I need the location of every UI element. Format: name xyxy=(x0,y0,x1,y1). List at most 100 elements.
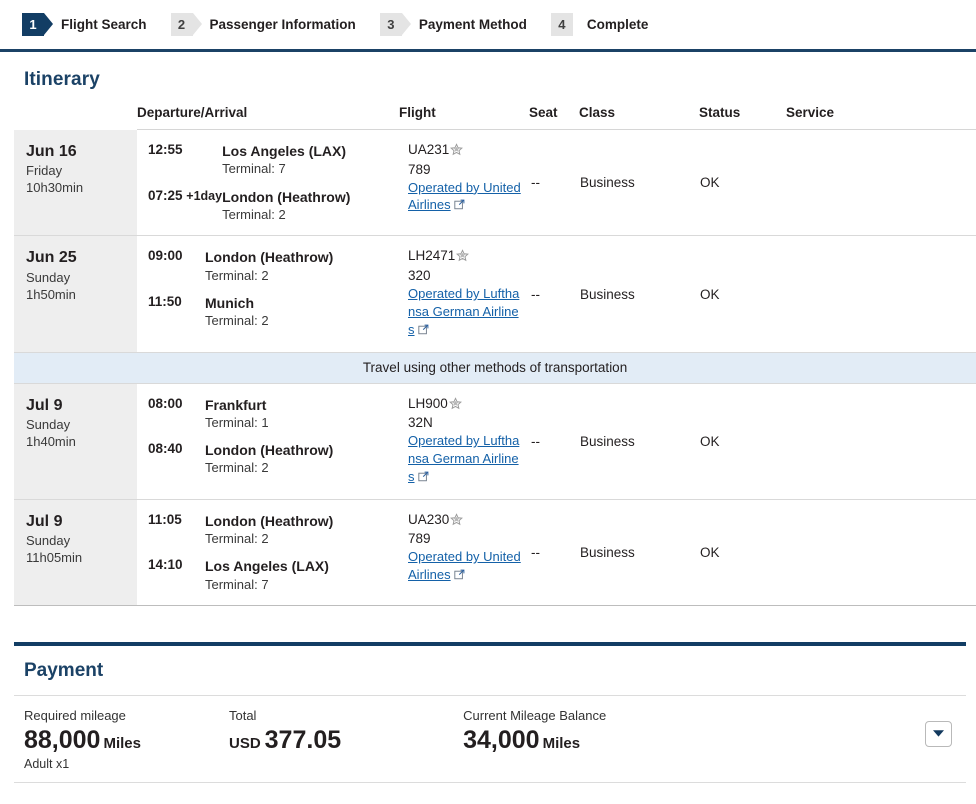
total-value: 377.05 xyxy=(264,726,342,755)
mileage-balance-unit: Miles xyxy=(542,735,581,753)
required-mileage-label: Required mileage xyxy=(24,708,126,724)
step-flight-search[interactable]: 1 Flight Search xyxy=(22,13,147,36)
equipment-type: 32N xyxy=(408,415,433,431)
departure-airport: Los Angeles (LAX) xyxy=(222,143,347,159)
mileage-balance-block: Current Mileage Balance 34,000 Miles xyxy=(453,708,606,755)
flight-cell: UA231 789 Operated by United Airlines xyxy=(399,130,529,236)
segment-date-cell: Jul 9 Sunday 1h40min xyxy=(14,383,137,500)
segment-date-cell: Jul 9 Sunday 11h05min xyxy=(14,499,137,606)
col-header-status: Status xyxy=(699,105,787,130)
arrival-airport: London (Heathrow) xyxy=(205,442,334,459)
arrival-airport: Munich xyxy=(205,295,254,312)
mileage-balance-value: 34,000 xyxy=(463,726,540,755)
service-value xyxy=(786,236,976,352)
departure-terminal: Terminal: 7 xyxy=(222,161,286,177)
equipment-type: 320 xyxy=(408,268,431,284)
seat-value: -- xyxy=(531,175,541,191)
segment-duration: 1h40min xyxy=(26,433,76,449)
status-value: OK xyxy=(700,544,720,560)
segment-weekday: Sunday xyxy=(26,416,71,432)
segment-duration: 10h30min xyxy=(26,180,84,196)
status-value: OK xyxy=(700,433,720,449)
service-value xyxy=(786,383,976,499)
departure-place-cell: London (Heathrow) Terminal: 2 xyxy=(205,500,399,548)
arrival-airport: Los Angeles (LAX) xyxy=(205,558,329,575)
arrival-time-cell: 07:25 +1day xyxy=(137,178,222,236)
step-4-badge: 4 xyxy=(550,13,573,36)
total-currency: USD xyxy=(228,735,261,753)
step-payment-method[interactable]: 3 Payment Method xyxy=(379,13,527,36)
segment-legs-cell: 09:00 London (Heathrow) Terminal: 2 11:5… xyxy=(137,236,399,352)
class-value: Business xyxy=(580,175,635,191)
segment-date: Jul 9 xyxy=(26,512,63,530)
flight-number: LH2471 xyxy=(408,248,456,264)
arrival-day-offset: +1day xyxy=(186,188,223,203)
arrival-terminal: Terminal: 7 xyxy=(205,576,269,592)
total-label: Total xyxy=(228,708,257,724)
seat-value: -- xyxy=(531,433,541,449)
arrival-terminal: Terminal: 2 xyxy=(205,460,269,476)
segment-legs-cell: 08:00 Frankfurt Terminal: 1 08:40 London… xyxy=(137,383,399,499)
passenger-count: Adult x1 xyxy=(24,756,70,771)
required-mileage-unit: Miles xyxy=(103,735,141,753)
arrival-place-cell: London (Heathrow) Terminal: 2 xyxy=(205,431,399,489)
col-header-departure-arrival: Departure/Arrival xyxy=(137,105,400,130)
departure-place-cell: Frankfurt Terminal: 1 xyxy=(205,384,399,432)
segment-date: Jun 25 xyxy=(26,249,77,267)
flight-cell: UA230 789 Operated by United Airlines xyxy=(399,499,529,605)
arrival-time-cell: 08:40 xyxy=(137,431,205,489)
required-mileage-value: 88,000 xyxy=(24,726,101,755)
departure-terminal: Terminal: 2 xyxy=(205,267,269,283)
payment-title: Payment xyxy=(24,660,104,682)
departure-place-cell: Los Angeles (LAX) Terminal: 7 xyxy=(222,130,399,178)
arrival-place-cell: Munich Terminal: 2 xyxy=(205,284,399,342)
segment-date-cell: Jun 16 Friday 10h30min xyxy=(14,129,137,236)
star-alliance-icon xyxy=(448,396,462,415)
equipment-type: 789 xyxy=(408,531,431,547)
required-mileage-value-row: 88,000 Miles xyxy=(24,726,141,754)
segment-date: Jun 16 xyxy=(26,143,77,160)
departure-place-cell: London (Heathrow) Terminal: 2 xyxy=(205,236,399,284)
step-passenger-information[interactable]: 2 Passenger Information xyxy=(170,13,356,36)
class-value: Business xyxy=(580,544,635,560)
step-1-label: Flight Search xyxy=(61,17,147,32)
step-1-badge: 1 xyxy=(22,13,53,36)
departure-time: 08:00 xyxy=(148,395,183,411)
departure-time-cell: 12:55 xyxy=(137,130,222,178)
departure-time: 12:55 xyxy=(148,142,183,157)
table-row: Jul 9 Sunday 11h05min 11:05 London (Heat… xyxy=(14,499,976,606)
arrival-terminal: Terminal: 2 xyxy=(222,206,286,222)
payment-summary: Required mileage 88,000 Miles Adult x1 To… xyxy=(14,695,966,783)
table-row: Jun 25 Sunday 1h50min 09:00 London (Heat… xyxy=(14,235,976,353)
segment-legs-cell: 11:05 London (Heathrow) Terminal: 2 14:1… xyxy=(137,499,399,605)
segment-weekday: Friday xyxy=(26,163,63,179)
step-complete[interactable]: 4 Complete xyxy=(550,13,648,36)
departure-time: 11:05 xyxy=(148,511,182,527)
flight-number: UA230 xyxy=(408,511,450,527)
departure-time: 09:00 xyxy=(148,248,183,264)
step-3-label: Payment Method xyxy=(418,17,527,32)
col-header-flight: Flight xyxy=(399,105,530,130)
total-block: Total USD 377.05 xyxy=(219,708,341,755)
other-transport-note: Travel using other methods of transporta… xyxy=(14,351,976,384)
external-link-icon xyxy=(454,197,465,215)
expand-details-button[interactable] xyxy=(925,721,952,748)
external-link-icon xyxy=(454,567,465,585)
service-value xyxy=(786,130,976,236)
segment-weekday: Sunday xyxy=(26,532,71,548)
external-link-icon xyxy=(417,469,429,487)
flight-number: UA231 xyxy=(408,142,450,157)
status-value: OK xyxy=(700,286,720,302)
table-row: Jun 16 Friday 10h30min 12:55 Los Angeles… xyxy=(14,129,976,236)
departure-airport: London (Heathrow) xyxy=(205,512,334,529)
departure-airport: London (Heathrow) xyxy=(205,249,334,266)
departure-time-cell: 09:00 xyxy=(137,236,205,284)
segment-duration: 11h05min xyxy=(26,549,83,565)
col-header-class: Class xyxy=(579,105,700,130)
chevron-down-icon xyxy=(932,725,945,743)
arrival-airport: London (Heathrow) xyxy=(222,188,351,205)
step-3-badge: 3 xyxy=(379,13,411,36)
total-value-row: USD 377.05 xyxy=(229,726,341,754)
mileage-balance-value-row: 34,000 Miles xyxy=(463,726,580,754)
step-2-label: Passenger Information xyxy=(209,17,356,32)
